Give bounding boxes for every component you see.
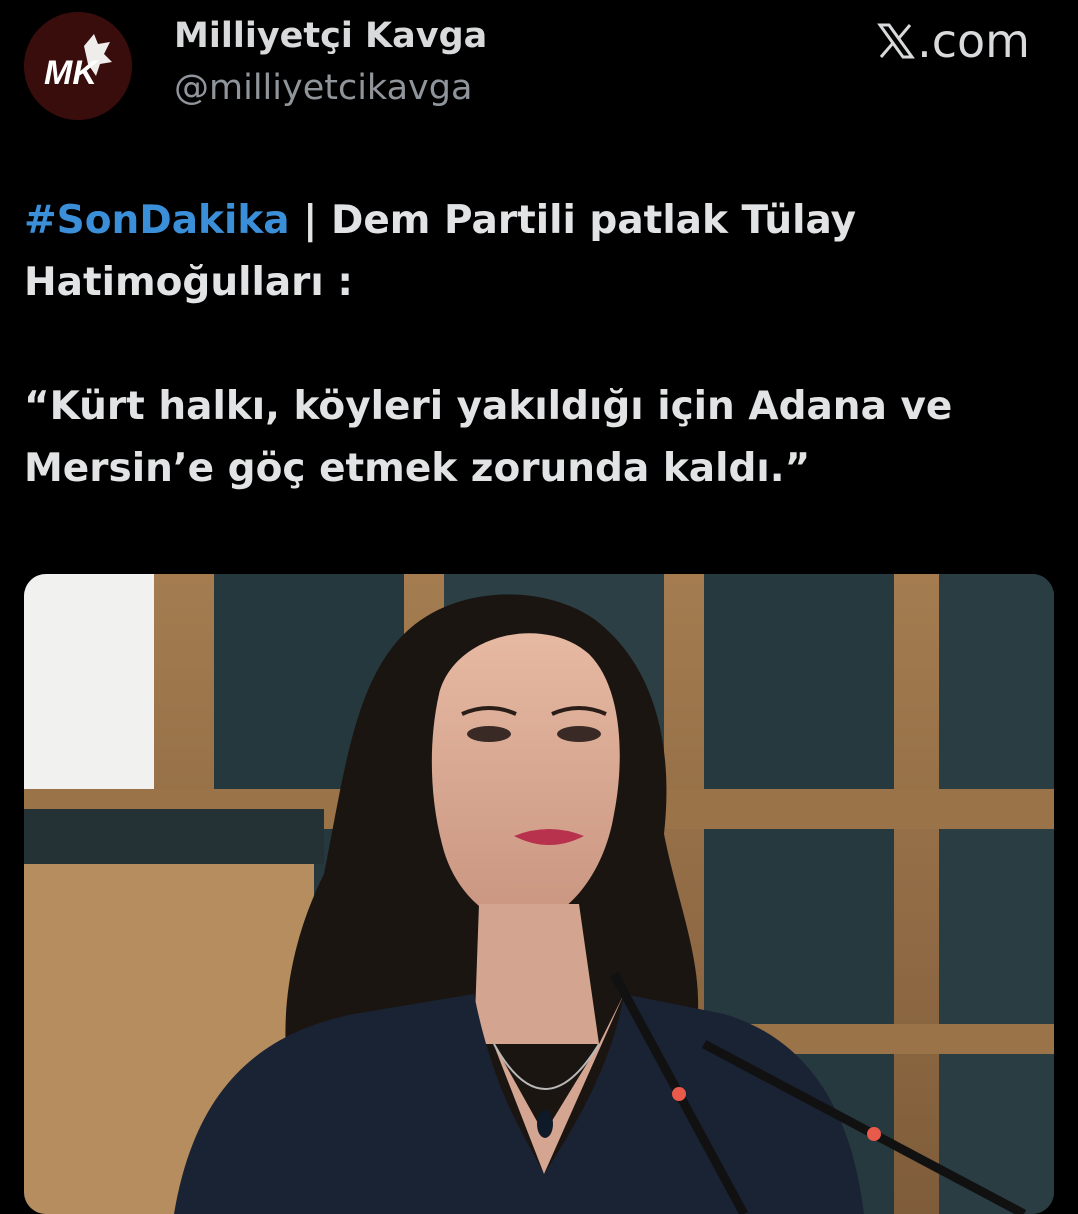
handle[interactable]: @milliyetcikavga — [174, 68, 472, 108]
avatar[interactable]: MK — [24, 12, 132, 120]
photo-attachment[interactable] — [24, 574, 1054, 1214]
avatar-initials: MK — [44, 54, 99, 92]
source-suffix: .com — [917, 14, 1030, 68]
x-logo-icon — [877, 23, 916, 59]
wolf-logo-icon: MK — [24, 12, 132, 120]
display-name[interactable]: Milliyetçi Kavga — [174, 16, 487, 56]
photo-image — [24, 574, 1054, 1214]
separator: | — [289, 198, 331, 243]
tweet-quote: “Kürt halkı, köyleri yakıldığı için Adan… — [24, 384, 953, 491]
hashtag-link[interactable]: #SonDakika — [24, 198, 290, 243]
tweet-headline-line: #SonDakika | Dem Partili patlak Tülay Ha… — [24, 190, 1054, 314]
tweet-header: MK Milliyetçi Kavga @milliyetcikavga .co… — [24, 12, 1054, 122]
tweet-text: #SonDakika | Dem Partili patlak Tülay Ha… — [24, 190, 1054, 500]
source-watermark: .com — [877, 14, 1030, 68]
